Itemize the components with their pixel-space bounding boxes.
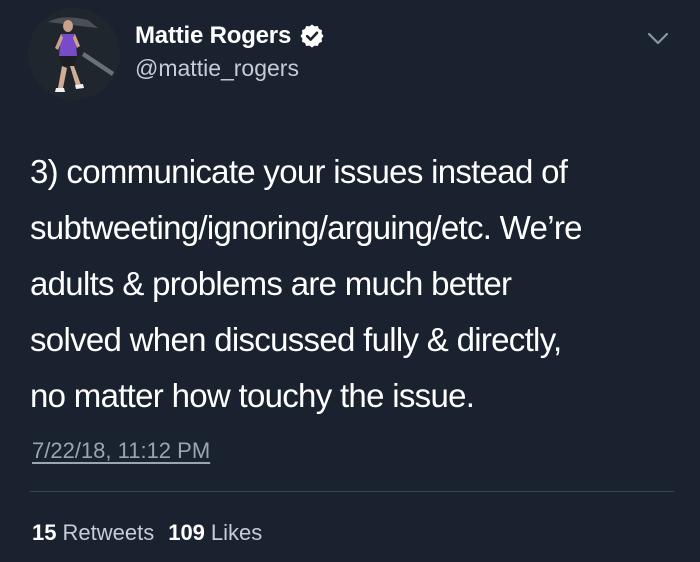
divider [30,491,674,492]
user-handle[interactable]: @mattie_rogers [135,55,299,82]
retweets-stat[interactable]: 15 Retweets [32,520,154,546]
tweet-text-line: 3) communicate your issues instead of [30,153,568,190]
likes-label: Likes [210,520,263,545]
tweet-text-line: no matter how touchy the issue. [30,377,475,414]
tweet-card: Mattie Rogers @mattie_rogers 3) communic… [0,0,700,562]
avatar[interactable] [28,8,120,100]
likes-count: 109 [168,520,205,545]
user-name-row: Mattie Rogers [135,22,325,50]
tweet-text-line: subtweeting/ignoring/arguing/etc. We’re [30,209,582,246]
tweet-text: 3) communicate your issues instead of su… [30,144,680,424]
chevron-down-icon[interactable] [645,28,671,50]
verified-badge-icon [299,23,325,49]
tweet-stats: 15 Retweets 109 Likes [32,520,262,546]
tweet-text-line: solved when discussed fully & directly, [30,321,562,358]
avatar-photo [28,8,120,100]
retweets-count: 15 [32,520,57,545]
display-name[interactable]: Mattie Rogers [135,22,291,50]
tweet-text-line: adults & problems are much better [30,265,512,302]
retweets-label: Retweets [62,520,155,545]
tweet-timestamp-link[interactable]: 7/22/18, 11:12 PM [32,438,210,464]
likes-stat[interactable]: 109 Likes [168,520,262,546]
